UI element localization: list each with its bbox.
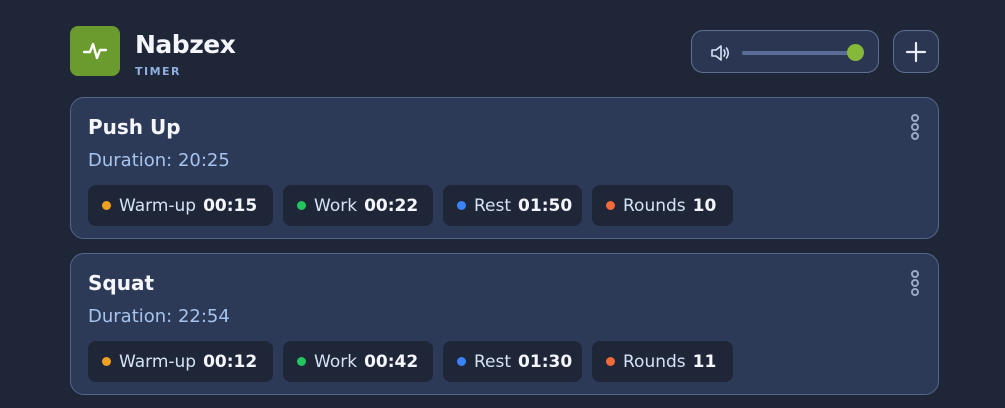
workout-card[interactable]: Push Up Duration: 20:25 Warm-up 00:15 Wo… xyxy=(70,97,939,239)
app-header: Nabzex TIMER xyxy=(70,26,939,78)
workout-duration: Duration: 22:54 xyxy=(88,306,230,327)
chip-label: Rest xyxy=(474,351,512,372)
work-dot xyxy=(297,201,306,210)
chip-label: Warm-up xyxy=(119,351,197,372)
chip-label: Work xyxy=(314,351,358,372)
chip-label: Rest xyxy=(474,195,512,216)
chip-value: 00:12 xyxy=(203,351,258,372)
rounds-dot xyxy=(606,357,615,366)
chip-label: Rounds xyxy=(623,351,686,372)
chip-work: Work 00:22 xyxy=(283,185,433,226)
chip-warmup: Warm-up 00:12 xyxy=(88,341,273,382)
chip-value: 11 xyxy=(692,351,717,372)
workout-title: Push Up xyxy=(88,115,181,139)
volume-slider-handle[interactable] xyxy=(847,44,864,61)
workout-card[interactable]: Squat Duration: 22:54 Warm-up 00:12 Work… xyxy=(70,253,939,395)
work-dot xyxy=(297,357,306,366)
more-options-icon[interactable] xyxy=(908,114,922,140)
volume-control[interactable] xyxy=(691,30,879,73)
app-logo xyxy=(70,26,120,76)
volume-slider-fill xyxy=(742,51,855,55)
chip-warmup: Warm-up 00:15 xyxy=(88,185,273,226)
chip-label: Rounds xyxy=(623,195,686,216)
chip-value: 10 xyxy=(692,195,717,216)
rest-dot xyxy=(457,201,466,210)
warmup-dot xyxy=(102,357,111,366)
chip-value: 00:15 xyxy=(203,195,258,216)
app-name: Nabzex xyxy=(135,30,236,59)
chip-label: Warm-up xyxy=(119,195,197,216)
chip-value: 01:50 xyxy=(518,195,573,216)
chip-value: 01:30 xyxy=(518,351,573,372)
volume-slider-track[interactable] xyxy=(742,44,864,61)
app-subtitle: TIMER xyxy=(135,65,182,78)
warmup-dot xyxy=(102,201,111,210)
chip-rounds: Rounds 11 xyxy=(592,341,733,382)
add-workout-button[interactable] xyxy=(893,30,939,73)
more-options-icon[interactable] xyxy=(908,270,922,296)
workout-duration: Duration: 20:25 xyxy=(88,150,230,171)
chip-rest: Rest 01:30 xyxy=(443,341,582,382)
pulse-icon xyxy=(82,42,108,60)
chip-value: 00:22 xyxy=(364,195,419,216)
speaker-icon[interactable] xyxy=(710,44,732,62)
chip-rounds: Rounds 10 xyxy=(592,185,733,226)
chip-label: Work xyxy=(314,195,358,216)
rest-dot xyxy=(457,357,466,366)
chip-value: 00:42 xyxy=(364,351,419,372)
plus-icon xyxy=(905,41,927,62)
rounds-dot xyxy=(606,201,615,210)
workout-title: Squat xyxy=(88,271,155,295)
chip-rest: Rest 01:50 xyxy=(443,185,582,226)
chip-work: Work 00:42 xyxy=(283,341,433,382)
